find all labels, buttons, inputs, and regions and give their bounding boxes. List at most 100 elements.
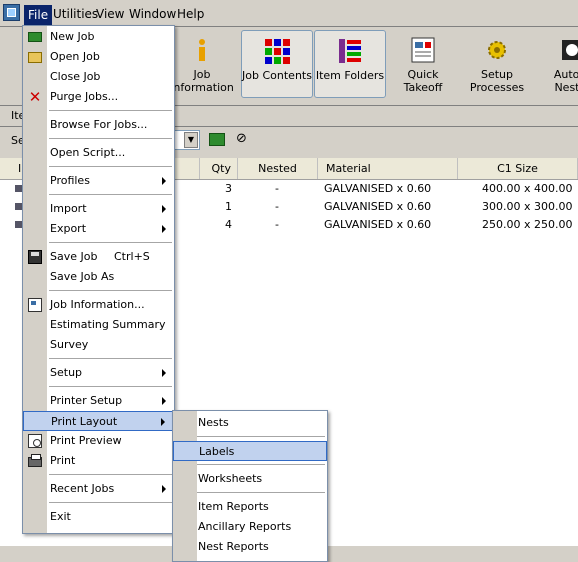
- menu-item-open-script[interactable]: Open Script...: [23, 143, 174, 163]
- col-header-qty[interactable]: Qty: [200, 158, 238, 179]
- menu-item-nest-reports[interactable]: Nest Reports: [173, 537, 327, 557]
- menu-item-printer-setup[interactable]: Printer Setup: [23, 391, 174, 411]
- job-information-label: Job Information: [170, 68, 234, 94]
- file-menu: New Job Open Job Close Job ✕ Purge Jobs.…: [22, 25, 175, 534]
- menu-item-new-job[interactable]: New Job: [23, 27, 174, 47]
- menu-item-close-job[interactable]: Close Job: [23, 67, 174, 87]
- menu-window[interactable]: Window: [126, 5, 179, 23]
- cell-qty: 3: [225, 182, 232, 195]
- grid-icon: [263, 37, 291, 65]
- folders-icon: [336, 37, 364, 65]
- menu-item-save-job-as[interactable]: Save Job As: [23, 267, 174, 287]
- cell-size: 250.00 x 250.00: [482, 218, 573, 231]
- cell-qty: 1: [225, 200, 232, 213]
- gear-icon: [483, 36, 511, 64]
- setup-processes-button[interactable]: Setup Processes: [461, 30, 533, 98]
- menu-item-worksheets[interactable]: Worksheets: [173, 469, 327, 489]
- job-info-icon: [28, 298, 42, 312]
- menu-separator: [197, 464, 325, 465]
- menu-separator: [49, 474, 172, 475]
- col-header-nested[interactable]: Nested: [238, 158, 318, 179]
- chevron-down-icon[interactable]: ▼: [184, 132, 198, 148]
- quick-takeoff-button[interactable]: Quick Takeoff: [387, 30, 459, 98]
- menu-file[interactable]: File: [24, 5, 53, 25]
- menu-separator: [49, 138, 172, 139]
- menu-item-print[interactable]: Print: [23, 451, 174, 471]
- cell-nested: -: [275, 182, 279, 195]
- shortcut-save: Ctrl+S: [114, 250, 150, 263]
- menu-separator: [197, 436, 325, 437]
- submenu-arrow-icon: [162, 225, 166, 233]
- nesting-icon: [558, 36, 578, 64]
- cell-size: 300.00 x 300.00: [482, 200, 573, 213]
- menu-separator: [197, 492, 325, 493]
- auto-nesting-label: Autom Nestin: [553, 68, 578, 94]
- delete-x-icon: ✕: [28, 88, 42, 106]
- auto-nesting-button[interactable]: Autom Nestin: [536, 30, 578, 98]
- menu-bar: File Utilities View Window Help: [0, 0, 578, 27]
- submenu-arrow-icon: [162, 205, 166, 213]
- menu-item-setup[interactable]: Setup: [23, 363, 174, 383]
- print-preview-icon: [28, 434, 42, 448]
- add-item-icon[interactable]: [209, 133, 225, 146]
- submenu-arrow-icon: [162, 177, 166, 185]
- submenu-arrow-icon: [161, 418, 165, 426]
- printer-icon: [28, 454, 42, 467]
- menu-file-label: File: [28, 8, 49, 22]
- cell-material: GALVANISED x 0.60: [324, 182, 432, 195]
- menu-item-browse-jobs[interactable]: Browse For Jobs...: [23, 115, 174, 135]
- menu-item-import[interactable]: Import: [23, 199, 174, 219]
- new-job-icon: [28, 32, 42, 42]
- menu-view-label: View: [96, 7, 125, 21]
- job-information-button[interactable]: Job Information: [166, 30, 238, 98]
- menu-help[interactable]: Help: [174, 5, 207, 23]
- menu-item-save-job[interactable]: Save Job Ctrl+S: [23, 247, 174, 267]
- menu-window-label: Window: [129, 7, 177, 21]
- menu-item-nests[interactable]: Nests: [173, 413, 327, 433]
- menu-item-ancillary-reports[interactable]: Ancillary Reports: [173, 517, 327, 537]
- menu-item-job-information[interactable]: Job Information...: [23, 295, 174, 315]
- menu-separator: [49, 110, 172, 111]
- submenu-arrow-icon: [162, 485, 166, 493]
- info-icon: [188, 36, 216, 64]
- takeoff-icon: [409, 36, 437, 64]
- tag-icon[interactable]: ⊘: [236, 132, 252, 146]
- submenu-arrow-icon: [162, 369, 166, 377]
- col-header-c1-size[interactable]: C1 Size: [458, 158, 578, 179]
- item-folders-button[interactable]: Item Folders: [314, 30, 386, 98]
- print-layout-submenu: Nests Labels Worksheets Item Reports Anc…: [172, 410, 328, 562]
- job-contents-label: Job Contents: [242, 69, 312, 82]
- menu-separator: [49, 290, 172, 291]
- cell-nested: -: [275, 218, 279, 231]
- save-disk-icon: [28, 250, 42, 264]
- menu-item-recent-jobs[interactable]: Recent Jobs: [23, 479, 174, 499]
- menu-item-export[interactable]: Export: [23, 219, 174, 239]
- menu-item-estimating-summary[interactable]: Estimating Summary: [23, 315, 174, 335]
- menu-view[interactable]: View: [93, 5, 127, 23]
- menu-separator: [49, 194, 172, 195]
- filter-combo[interactable]: ▼: [172, 130, 200, 150]
- menu-utilities-label: Utilities: [53, 7, 99, 21]
- cell-qty: 4: [225, 218, 232, 231]
- col-header-material[interactable]: Material: [318, 158, 458, 179]
- menu-item-print-preview[interactable]: Print Preview: [23, 431, 174, 451]
- menu-item-labels[interactable]: Labels: [173, 441, 327, 461]
- menu-item-survey[interactable]: Survey: [23, 335, 174, 355]
- menu-item-open-job[interactable]: Open Job: [23, 47, 174, 67]
- menu-item-print-layout[interactable]: Print Layout: [23, 411, 174, 431]
- menu-help-label: Help: [177, 7, 205, 21]
- menu-item-profiles[interactable]: Profiles: [23, 171, 174, 191]
- app-icon[interactable]: [3, 4, 20, 21]
- quick-takeoff-label: Quick Takeoff: [403, 68, 443, 94]
- menu-item-exit[interactable]: Exit: [23, 507, 174, 527]
- cell-material: GALVANISED x 0.60: [324, 218, 432, 231]
- menu-item-purge-jobs[interactable]: ✕ Purge Jobs...: [23, 87, 174, 107]
- menu-separator: [49, 386, 172, 387]
- cell-size: 400.00 x 400.00: [482, 182, 573, 195]
- job-contents-button[interactable]: Job Contents: [241, 30, 313, 98]
- menu-item-item-reports[interactable]: Item Reports: [173, 497, 327, 517]
- cell-nested: -: [275, 200, 279, 213]
- item-folders-label: Item Folders: [315, 69, 385, 82]
- setup-processes-label: Setup Processes: [469, 68, 525, 94]
- submenu-arrow-icon: [162, 397, 166, 405]
